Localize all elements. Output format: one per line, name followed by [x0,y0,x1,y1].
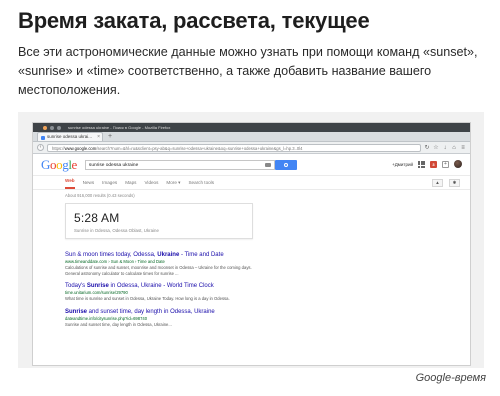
tools-group: ▲ ✱ [432,179,460,187]
result-count: About 916,000 results (0.43 seconds) [65,193,135,198]
image-caption: Google-время [415,372,486,384]
answer-card: 5:28 AM Sunrise in Odessa, Odessa Oblast… [65,203,253,239]
window-titlebar: sunrise odessa ukraine - Поиск в Google … [33,123,470,132]
tab-news[interactable]: News [83,180,95,185]
avatar[interactable] [454,160,462,168]
home-icon[interactable]: ⌂ [451,145,457,151]
search-result: Today's Sunrise in Odessa, Ukraine - Wor… [65,282,265,302]
screenshot-frame: sunrise odessa ukraine - Поиск в Google … [18,112,484,368]
window-minimize-icon[interactable] [50,125,54,130]
tab-images[interactable]: Images [102,180,117,185]
result-title-link[interactable]: Sun & moon times today, Odessa, Ukraine … [65,251,265,259]
notifications-badge[interactable]: 3 [430,160,437,168]
search-input-value: sunrise odessa ukraine [88,162,139,168]
url-host: www.google.com [64,145,97,151]
result-snippet: Calculations of sunrise and sunset, moon… [65,265,252,276]
result-snippet: Sunrise and sunset time, day length in O… [65,321,172,327]
apps-grid-icon[interactable] [418,160,425,168]
keyboard-icon[interactable] [264,162,271,167]
tab-web[interactable]: Web [65,176,75,189]
search-result: Sunrise and sunset time, day length in O… [65,308,265,328]
tab-search-tools[interactable]: Search tools [188,180,214,185]
answer-subtitle: Sunrise in Odessa, Odessa Oblast, Ukrain… [74,228,159,233]
browser-tab[interactable]: sunrise odessa ukrai... × [37,132,103,141]
article-title: Время заката, рассвета, текущее [18,8,370,33]
window-title: sunrise odessa ukraine - Поиск в Google … [68,125,171,130]
share-plus-icon[interactable]: + [442,160,449,168]
google-account-bar: +Дмитрий 3 + [392,160,462,168]
search-result: Sun & moon times today, Odessa, Ukraine … [65,251,265,276]
search-input[interactable]: sunrise odessa ukraine [84,159,275,170]
search-button[interactable] [274,159,297,170]
tab-close-icon[interactable]: × [97,133,100,141]
new-tab-icon[interactable]: + [105,133,115,141]
navigation-bar: ‹ https://www.google.com/search?num=&hl=… [33,142,470,154]
browser-window: sunrise odessa ukraine - Поиск в Google … [32,122,471,366]
answer-time: 5:28 AM [74,211,120,225]
back-arrow-icon[interactable]: ‹ [37,144,44,151]
result-title-link[interactable]: Today's Sunrise in Odessa, Ukraine - Wor… [65,282,265,290]
url-rest: /search?num=&hl=ru&sclient=psy-ab&q=sunr… [96,145,303,151]
google-logo[interactable]: Google [41,157,77,173]
window-close-icon[interactable] [43,125,47,130]
results-area: About 916,000 results (0.43 seconds) 5:2… [33,190,470,327]
google-header: Google sunrise odessa ukraine +Дмитрий 3… [33,154,470,176]
result-snippet: What time is sunrise and sunset in Odess… [65,296,230,301]
reload-icon[interactable]: ↻ [424,144,430,151]
tab-more[interactable]: More ▾ [166,180,180,186]
tab-maps[interactable]: Maps [125,180,136,185]
menu-icon[interactable]: ≡ [460,145,466,151]
search-icon [283,162,288,167]
search-type-tabs: Web News Images Maps Videos More ▾ Searc… [33,176,470,190]
user-name-link[interactable]: +Дмитрий [392,162,413,167]
article-body: Все эти астрономические данные можно узн… [18,45,478,97]
tab-label: sunrise odessa ukrai... [47,134,93,139]
google-favicon-icon [41,135,45,140]
bookmark-star-icon[interactable]: ☆ [433,144,439,151]
url-prefix: https:// [52,145,65,151]
window-maximize-icon[interactable] [57,125,61,130]
safesearch-lock-icon[interactable]: ▲ [432,179,443,187]
tab-videos[interactable]: Videos [144,180,158,185]
url-bar[interactable]: https://www.google.com/search?num=&hl=ru… [47,143,421,152]
tab-bar: sunrise odessa ukrai... × + [33,132,470,142]
downloads-icon[interactable]: ↓ [442,145,448,151]
result-title-link[interactable]: Sunrise and sunset time, day length in O… [65,308,265,316]
gear-icon[interactable]: ✱ [449,179,460,187]
